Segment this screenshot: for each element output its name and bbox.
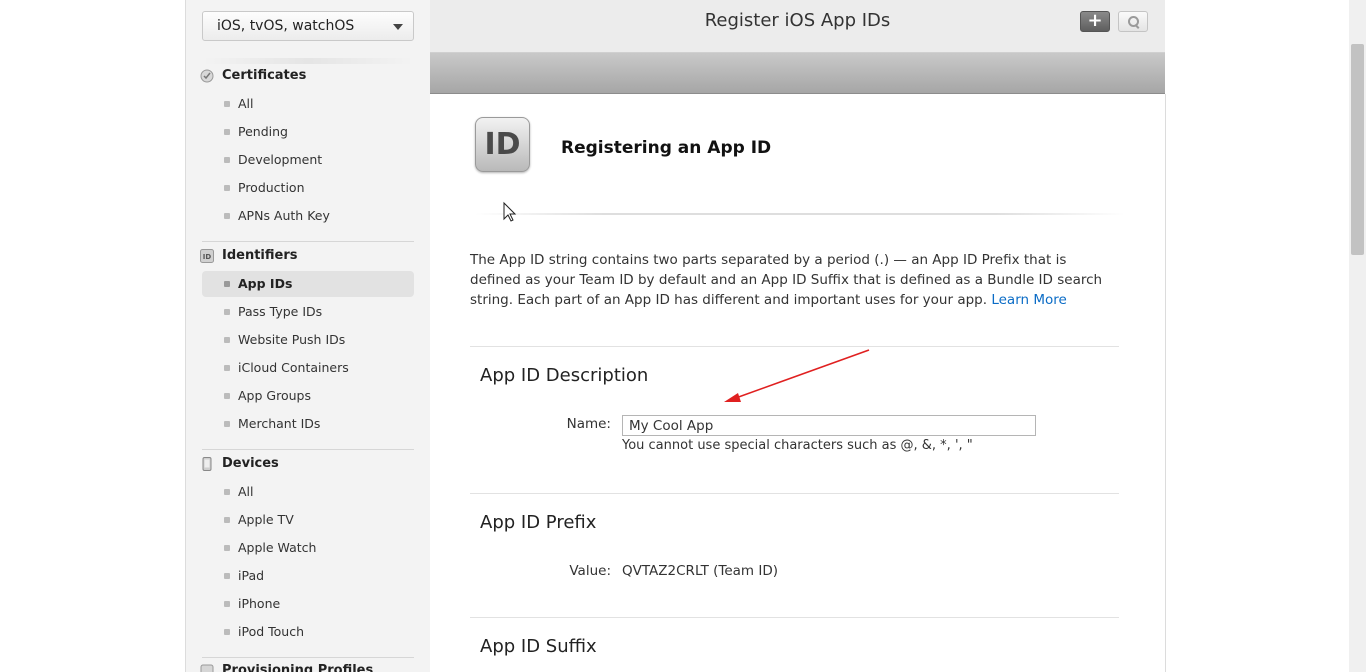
page-header: Register iOS App IDs + (430, 0, 1165, 53)
sidebar-item-label: Development (238, 152, 323, 167)
bullet (224, 489, 230, 495)
prefix-value: QVTAZ2CRLT (Team ID) (622, 563, 779, 579)
id-badge-icon: ID (475, 117, 530, 172)
sidebar-item-label: Pass Type IDs (238, 304, 323, 319)
bullet (224, 601, 230, 607)
sidebar-item-icloud-containers[interactable]: iCloud Containers (202, 355, 414, 381)
divider (470, 617, 1119, 618)
name-input[interactable] (622, 415, 1036, 436)
search-button[interactable] (1118, 11, 1148, 32)
scrollbar-thumb[interactable] (1351, 44, 1364, 255)
divider (202, 657, 414, 658)
sidebar-item-label: Website Push IDs (238, 332, 346, 347)
svg-text:ID: ID (203, 253, 212, 261)
platform-select-label: iOS, tvOS, watchOS (217, 18, 355, 34)
sidebar-item-label: App IDs (238, 276, 293, 291)
divider (202, 58, 414, 64)
sidebar-item-label: All (238, 96, 254, 111)
divider (470, 346, 1119, 347)
bullet (224, 101, 230, 107)
sidebar-item-pending[interactable]: Pending (202, 119, 414, 145)
section-title: Devices (222, 456, 279, 471)
sidebar-item-app-groups[interactable]: App Groups (202, 383, 414, 409)
divider (202, 449, 414, 450)
sidebar-item-ipod-touch[interactable]: iPod Touch (202, 619, 414, 645)
app-id-suffix-title: App ID Suffix (480, 636, 597, 657)
divider (475, 213, 1125, 215)
divider (470, 493, 1119, 494)
sidebar-item-iphone[interactable]: iPhone (202, 591, 414, 617)
bullet (224, 517, 230, 523)
bullet (224, 185, 230, 191)
section-title: Certificates (222, 68, 307, 83)
platform-select[interactable]: iOS, tvOS, watchOS (202, 11, 414, 41)
sidebar-item-label: App Groups (238, 388, 311, 403)
sidebar-item-devices-all[interactable]: All (202, 479, 414, 505)
sidebar-item-label: iPad (238, 568, 265, 583)
app-id-prefix-title: App ID Prefix (480, 512, 597, 533)
sidebar-item-merchant-ids[interactable]: Merchant IDs (202, 411, 414, 437)
bullet (224, 545, 230, 551)
name-label: Name: (566, 416, 611, 432)
bullet (224, 157, 230, 163)
sidebar-item-label: iPhone (238, 596, 281, 611)
header-band (430, 53, 1165, 94)
sidebar-item-apple-watch[interactable]: Apple Watch (202, 535, 414, 561)
divider (202, 241, 414, 242)
profile-icon (200, 664, 214, 672)
sidebar-item-apns-auth-key[interactable]: APNs Auth Key (202, 203, 414, 229)
bullet (224, 129, 230, 135)
value-label: Value: (569, 563, 611, 579)
add-button[interactable]: + (1080, 11, 1110, 32)
sidebar-item-development[interactable]: Development (202, 147, 414, 173)
learn-more-link[interactable]: Learn More (991, 292, 1067, 308)
bullet (224, 421, 230, 427)
sidebar-item-label: Production (238, 180, 305, 195)
search-icon-handle (1134, 24, 1140, 29)
section-heading: Registering an App ID (561, 138, 772, 158)
device-icon (202, 457, 212, 471)
sidebar-item-production[interactable]: Production (202, 175, 414, 201)
bullet (224, 629, 230, 635)
chevron-down-icon (393, 24, 403, 30)
bullet (224, 213, 230, 219)
sidebar-item-certificates-all[interactable]: All (202, 91, 414, 117)
id-icon: ID (200, 249, 214, 263)
bullet (224, 309, 230, 315)
sidebar-item-label: Pending (238, 124, 288, 139)
sidebar-item-ipad[interactable]: iPad (202, 563, 414, 589)
sidebar-item-pass-type-ids[interactable]: Pass Type IDs (202, 299, 414, 325)
sidebar-item-website-push-ids[interactable]: Website Push IDs (202, 327, 414, 353)
section-title: Identifiers (222, 248, 298, 263)
bullet (224, 281, 230, 287)
sidebar: iOS, tvOS, watchOS Certificates All Pend… (185, 0, 431, 672)
sidebar-item-app-ids[interactable]: App IDs (202, 271, 414, 297)
sidebar-item-label: APNs Auth Key (238, 208, 330, 223)
section-title: Provisioning Profiles (222, 663, 374, 672)
sidebar-item-label: Apple Watch (238, 540, 317, 555)
sidebar-item-label: Apple TV (238, 512, 294, 527)
sidebar-item-label: iPod Touch (238, 624, 304, 639)
certificate-icon (200, 69, 214, 83)
bullet (224, 337, 230, 343)
app-id-description-title: App ID Description (480, 365, 649, 386)
bullet (224, 573, 230, 579)
intro-paragraph: The App ID string contains two parts sep… (470, 250, 1120, 310)
sidebar-item-label: iCloud Containers (238, 360, 349, 375)
page-title: Register iOS App IDs (704, 10, 891, 31)
bullet (224, 365, 230, 371)
sidebar-item-label: All (238, 484, 254, 499)
plus-icon: + (1087, 10, 1103, 31)
sidebar-item-apple-tv[interactable]: Apple TV (202, 507, 414, 533)
main-content: ID Registering an App ID The App ID stri… (430, 94, 1166, 672)
bullet (224, 393, 230, 399)
sidebar-item-label: Merchant IDs (238, 416, 321, 431)
name-hint: You cannot use special characters such a… (622, 438, 973, 453)
